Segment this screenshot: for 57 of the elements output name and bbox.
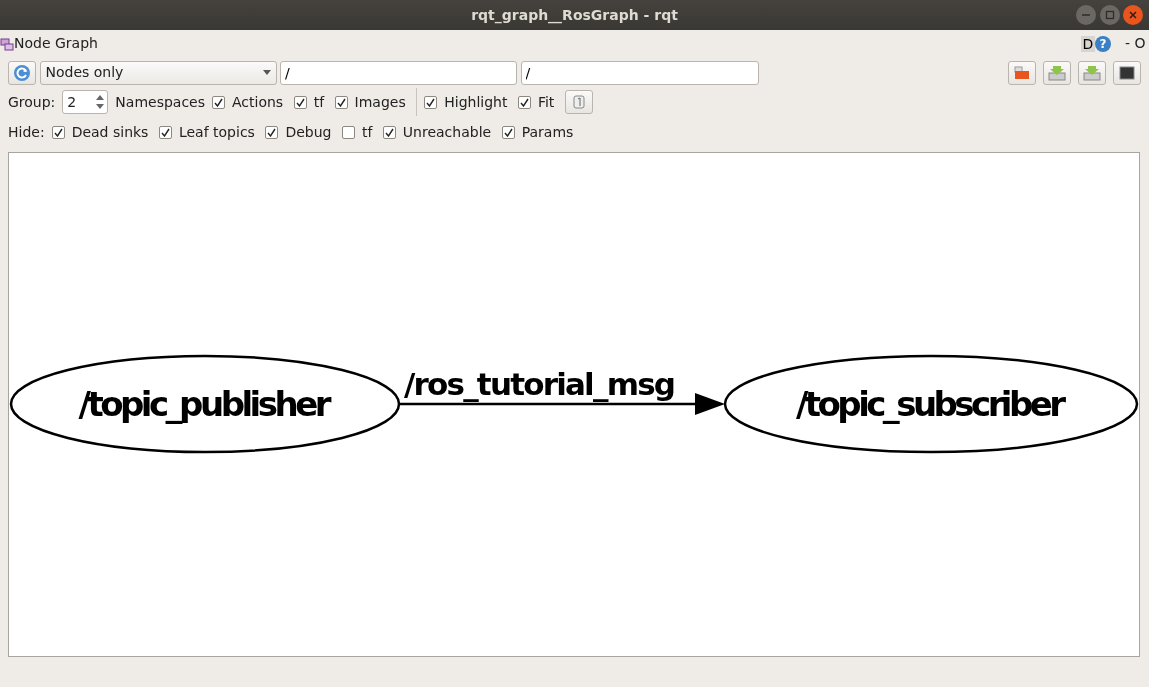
checkmark-icon [267, 128, 277, 137]
checkmark-icon [53, 128, 63, 137]
node-label: /topic_publisher [78, 384, 332, 424]
folder-icon [1014, 65, 1030, 80]
maximize-button[interactable] [1099, 5, 1120, 25]
open-folder-button[interactable] [1008, 60, 1036, 85]
save-download-button[interactable] [1043, 60, 1071, 85]
option-checkbox[interactable]: Params [501, 122, 574, 143]
option-checkbox[interactable]: Leaf topics [158, 122, 255, 143]
node-ellipse[interactable] [723, 354, 1139, 454]
node-label: /topic_subscriber [796, 384, 1066, 424]
option-checkbox[interactable]: Dead sinks [51, 122, 149, 143]
group-label: Group: [8, 92, 56, 112]
close-icon [1128, 10, 1138, 20]
refresh-button[interactable] [8, 60, 36, 85]
maximize-icon [1104, 10, 1115, 20]
plugin-icon [0, 36, 14, 51]
edge-label: /ros_tutorial_msg [404, 366, 676, 402]
option-checkbox[interactable]: tf [293, 91, 325, 113]
minimize-button[interactable] [1076, 5, 1096, 25]
close-button[interactable] [1123, 5, 1143, 25]
mode-dropdown[interactable]: Nodes only [39, 60, 277, 85]
topic-filter-field[interactable]: / [520, 60, 759, 85]
checkmark-icon [519, 97, 529, 107]
fit-icon [571, 95, 586, 109]
node-filter-field[interactable]: / [280, 60, 517, 85]
checkmark-icon [214, 97, 223, 107]
checkmark-icon [336, 97, 346, 107]
option-checkbox[interactable]: Fit [517, 91, 555, 113]
hide-label: Hide: [8, 123, 45, 142]
checkmark-icon [426, 97, 436, 107]
window-title: rqt_graph__RosGraph - rqt [471, 6, 678, 26]
download-tray-icon [1048, 64, 1066, 81]
option-checkbox[interactable]: tf [341, 122, 373, 143]
option-checkbox[interactable]: Highlight [424, 91, 508, 113]
plugin-title: Node Graph [14, 34, 98, 53]
window-controls-text: - O [1124, 34, 1146, 53]
group-spinbox[interactable]: 2 [62, 90, 109, 114]
screenshot-button[interactable] [1113, 60, 1141, 85]
option-checkbox[interactable]: Images [334, 91, 406, 113]
checkmark-icon [295, 97, 305, 107]
dock-button[interactable]: D [1080, 35, 1095, 52]
checkmark-icon [503, 128, 513, 137]
spin-arrows-icon [96, 93, 105, 111]
option-checkbox[interactable]: Unreachable [382, 122, 492, 143]
namespaces-label: Namespaces [115, 92, 205, 112]
checkmark-icon [160, 128, 170, 137]
caret-icon [262, 70, 271, 75]
checkmark-icon [384, 128, 394, 137]
refresh-icon [13, 63, 31, 82]
save-download-button[interactable] [1078, 60, 1106, 85]
download-tray-icon [1083, 64, 1101, 81]
option-checkbox[interactable]: Debug [265, 122, 332, 143]
node-ellipse[interactable] [9, 354, 401, 454]
fit-view-button[interactable] [564, 90, 593, 114]
option-checkbox[interactable]: Actions [212, 91, 284, 113]
screen-icon [1119, 65, 1135, 80]
